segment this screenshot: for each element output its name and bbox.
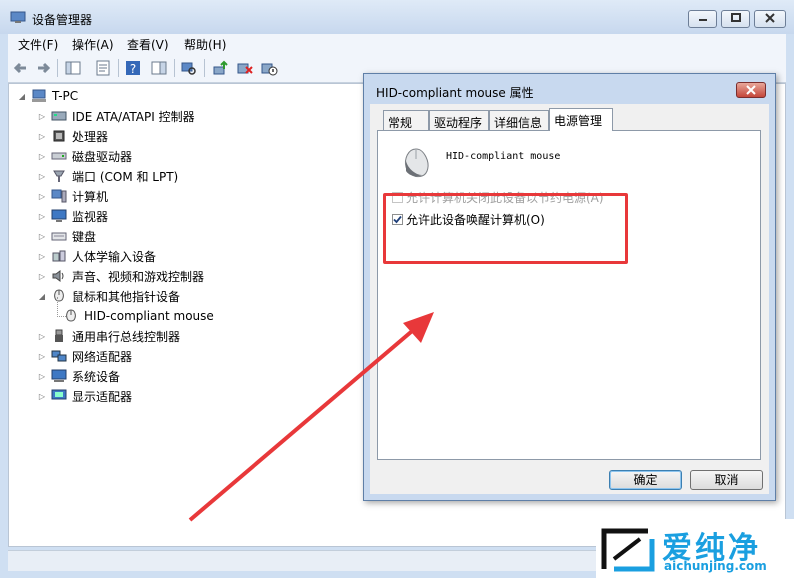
brand-url: aichunjing.com: [664, 559, 767, 573]
arrow-head: [403, 312, 434, 343]
watermark: 爱纯净 aichunjing.com: [596, 519, 794, 578]
tab-power-management[interactable]: 电源管理: [549, 108, 613, 131]
annotation-arrow: [188, 312, 434, 522]
brand-logo-icon: [601, 528, 655, 572]
arrow-shaft: [188, 324, 420, 522]
